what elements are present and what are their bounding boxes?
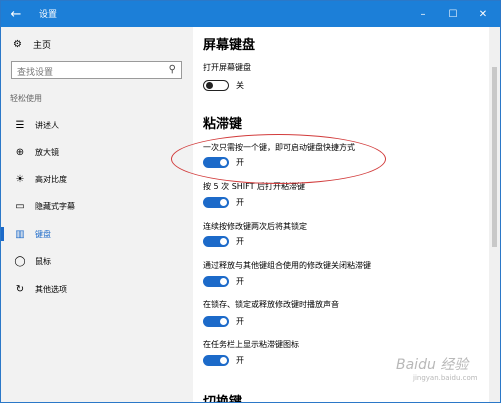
sidebar-item-keyboard[interactable]: ▥ 键盘 bbox=[1, 224, 193, 244]
onscreen-keyboard-toggle[interactable] bbox=[203, 80, 229, 91]
sticky-shortcut-toggle-row: 开 bbox=[203, 157, 244, 168]
play-sound-toggle[interactable] bbox=[203, 316, 229, 327]
arrow-left-icon: ← bbox=[10, 6, 22, 22]
lock-modifier-toggle-row: 开 bbox=[203, 236, 244, 247]
scrollbar-thumb[interactable] bbox=[492, 67, 497, 247]
toggle-state: 开 bbox=[236, 158, 244, 167]
toggle-knob bbox=[220, 159, 227, 166]
section-title-sticky-keys: 粘滞键 bbox=[203, 117, 243, 132]
vertical-scrollbar[interactable] bbox=[489, 27, 500, 402]
search-placeholder: 查找设置 bbox=[17, 68, 54, 78]
gear-icon: ⚙ bbox=[13, 39, 22, 50]
toggle-state: 开 bbox=[236, 317, 244, 326]
window-title: 设置 bbox=[39, 10, 58, 20]
setting-label: 一次只需按一个键，即可启动键盘快捷方式 bbox=[203, 143, 355, 152]
keyboard-icon: ▥ bbox=[15, 228, 25, 240]
sidebar-item-label: 其他选项 bbox=[35, 284, 67, 294]
maximize-icon: ☐ bbox=[448, 8, 458, 20]
toggle-knob bbox=[220, 199, 227, 206]
toggle-knob bbox=[206, 82, 213, 89]
search-input[interactable]: 查找设置 ⚲ bbox=[11, 61, 182, 79]
main-content: 屏幕键盘 打开屏幕键盘 关 粘滞键 一次只需按一个键，即可启动键盘快捷方式 开 … bbox=[193, 27, 489, 403]
setting-label: 连续按修改键两次后将其锁定 bbox=[203, 222, 307, 231]
maximize-button[interactable]: ☐ bbox=[438, 1, 468, 27]
onscreen-keyboard-toggle-row: 关 bbox=[203, 80, 244, 91]
sidebar-item-closed-captions[interactable]: ▭ 隐藏式字幕 bbox=[1, 196, 193, 216]
setting-label: 在任务栏上显示粘滞键图标 bbox=[203, 340, 299, 349]
minimize-button[interactable]: – bbox=[408, 1, 438, 27]
settings-window: ← 设置 – ☐ ✕ ⚙ 主页 查找设置 ⚲ 轻松使用 ☰ 讲述人 ⊕ 放大镜 bbox=[0, 0, 501, 403]
captions-icon: ▭ bbox=[15, 200, 25, 212]
shift-five-times-toggle-row: 开 bbox=[203, 197, 244, 208]
toggle-state: 关 bbox=[236, 81, 244, 90]
toggle-knob bbox=[220, 318, 227, 325]
sidebar-item-label: 主页 bbox=[33, 41, 52, 51]
toggle-knob bbox=[220, 278, 227, 285]
sidebar-item-label: 键盘 bbox=[35, 229, 51, 239]
sidebar-item-narrator[interactable]: ☰ 讲述人 bbox=[1, 115, 193, 135]
section-title-toggle-keys: 切换键 bbox=[203, 395, 243, 403]
setting-label: 通过释放与其他键组合使用的修改键关闭粘滞键 bbox=[203, 261, 371, 270]
sidebar-item-other-options[interactable]: ↻ 其他选项 bbox=[1, 279, 193, 299]
shift-five-times-toggle[interactable] bbox=[203, 197, 229, 208]
toggle-state: 开 bbox=[236, 237, 244, 246]
toggle-state: 开 bbox=[236, 277, 244, 286]
title-bar: ← 设置 – ☐ ✕ bbox=[1, 1, 500, 27]
toggle-knob bbox=[220, 238, 227, 245]
sidebar-item-label: 鼠标 bbox=[35, 256, 51, 266]
minimize-icon: – bbox=[420, 8, 426, 20]
sidebar: ⚙ 主页 查找设置 ⚲ 轻松使用 ☰ 讲述人 ⊕ 放大镜 ☀ 高对比度 ▭ 隐藏… bbox=[1, 27, 193, 402]
category-label: 轻松使用 bbox=[10, 94, 42, 103]
toggle-knob bbox=[220, 357, 227, 364]
setting-label: 在锁存、锁定或释放修改键时播放声音 bbox=[203, 300, 339, 309]
sidebar-item-mouse[interactable]: ◯ 鼠标 bbox=[1, 251, 193, 271]
taskbar-icon-toggle[interactable] bbox=[203, 355, 229, 366]
brightness-icon: ☀ bbox=[15, 173, 25, 185]
sidebar-item-label: 隐藏式字幕 bbox=[35, 201, 75, 211]
sidebar-item-magnifier[interactable]: ⊕ 放大镜 bbox=[1, 142, 193, 162]
sidebar-item-home[interactable]: ⚙ 主页 bbox=[13, 38, 51, 51]
close-button[interactable]: ✕ bbox=[468, 1, 498, 27]
setting-label: 打开屏幕键盘 bbox=[203, 63, 251, 72]
taskbar-icon-toggle-row: 开 bbox=[203, 355, 244, 366]
toggle-state: 开 bbox=[236, 198, 244, 207]
lock-modifier-toggle[interactable] bbox=[203, 236, 229, 247]
narrator-icon: ☰ bbox=[15, 119, 25, 131]
active-indicator bbox=[1, 227, 4, 241]
watermark-url: jingyan.baidu.com bbox=[413, 374, 478, 382]
release-modifier-toggle[interactable] bbox=[203, 276, 229, 287]
mouse-icon: ◯ bbox=[14, 255, 26, 267]
sticky-shortcut-toggle[interactable] bbox=[203, 157, 229, 168]
sidebar-item-high-contrast[interactable]: ☀ 高对比度 bbox=[1, 169, 193, 189]
sidebar-item-label: 放大镜 bbox=[35, 147, 59, 157]
magnifier-icon: ⊕ bbox=[15, 146, 25, 158]
close-icon: ✕ bbox=[478, 8, 488, 20]
search-icon: ⚲ bbox=[168, 64, 176, 75]
play-sound-toggle-row: 开 bbox=[203, 316, 244, 327]
toggle-state: 开 bbox=[236, 356, 244, 365]
release-modifier-toggle-row: 开 bbox=[203, 276, 244, 287]
sidebar-item-label: 高对比度 bbox=[35, 174, 67, 184]
watermark-logo: Baidu 经验 bbox=[396, 357, 469, 373]
sidebar-item-label: 讲述人 bbox=[35, 120, 59, 130]
section-title-onscreen-keyboard: 屏幕键盘 bbox=[203, 38, 256, 53]
refresh-icon: ↻ bbox=[15, 283, 25, 295]
back-button[interactable]: ← bbox=[1, 1, 31, 27]
setting-label: 按 5 次 SHIFT 后打开粘滞键 bbox=[203, 182, 306, 191]
